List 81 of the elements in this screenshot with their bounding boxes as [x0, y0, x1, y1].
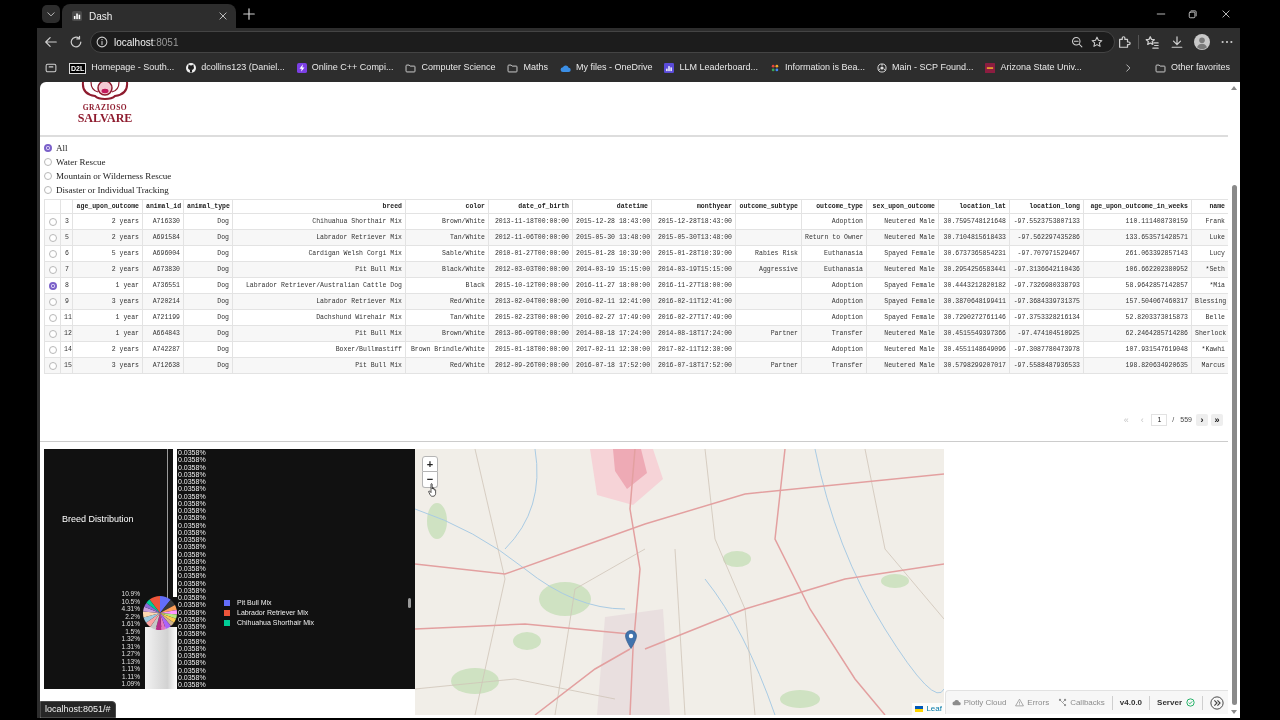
radio-button[interactable]: [48, 281, 57, 290]
last-page-button[interactable]: »: [1211, 414, 1223, 426]
back-arrow-icon[interactable]: [44, 35, 58, 49]
bars-icon: [72, 11, 82, 21]
scroll-up-icon[interactable]: [1231, 86, 1237, 90]
url-text: localhost:8051: [114, 35, 179, 50]
status-url-bubble: localhost:8051/#: [40, 701, 116, 718]
favorites-icon[interactable]: [1145, 35, 1159, 49]
close-icon[interactable]: [218, 11, 228, 21]
double-chevron-icon[interactable]: [1210, 695, 1224, 710]
bookmark[interactable]: dcollins123 (Daniel...: [186, 61, 285, 75]
zoom-out-icon[interactable]: [1071, 36, 1083, 48]
zoom-out-button[interactable]: −: [422, 472, 438, 488]
folder-icon: [1154, 62, 1166, 74]
star-icon[interactable]: [1091, 36, 1103, 48]
radio-button[interactable]: [48, 361, 57, 370]
logo-large-text: SALVARE: [77, 112, 133, 125]
radio-button[interactable]: [44, 158, 52, 166]
radio-button[interactable]: [44, 186, 52, 194]
radio-button[interactable]: [48, 313, 57, 322]
close-icon[interactable]: [1221, 9, 1231, 19]
radio-button[interactable]: [48, 217, 57, 226]
folder-icon: [507, 62, 519, 74]
warning-icon: [1015, 698, 1025, 707]
chevron-down-icon: [46, 9, 56, 19]
tab-list-button[interactable]: [42, 5, 60, 23]
radio-button[interactable]: [48, 233, 57, 242]
radio-button[interactable]: [44, 172, 52, 180]
bookmark-folder[interactable]: Other favorites: [1154, 61, 1230, 75]
bookmark[interactable]: Maths: [507, 61, 548, 75]
browser-tab[interactable]: Dash: [62, 4, 236, 28]
bar-chart-icon: [664, 63, 675, 73]
square-logo-icon: [985, 63, 996, 73]
radio-label[interactable]: All: [56, 142, 68, 154]
map-tiles-drawing[interactable]: [415, 449, 944, 715]
legend-scrollbar-thumb[interactable]: [408, 598, 411, 608]
folder-icon: [405, 62, 417, 74]
server-label: Server: [1157, 696, 1182, 709]
download-icon[interactable]: [1170, 35, 1184, 49]
bookmark[interactable]: My files - OneDrive: [559, 61, 653, 75]
bookmark[interactable]: Online C++ Compi...: [296, 61, 394, 75]
version-label: v4.0.0: [1119, 696, 1143, 709]
hand-cursor-icon: [428, 483, 438, 497]
puzzle-icon[interactable]: [1117, 35, 1131, 49]
restore-icon[interactable]: [1188, 9, 1198, 19]
radio-label[interactable]: Water Rescue: [56, 156, 106, 168]
radio-button[interactable]: [48, 265, 57, 274]
plus-icon[interactable]: [242, 7, 256, 21]
lightning-icon: [296, 63, 307, 73]
radio-label[interactable]: Disaster or Individual Tracking: [56, 184, 169, 196]
bookmark[interactable]: Computer Science: [405, 61, 496, 75]
next-page-button[interactable]: ›: [1196, 414, 1208, 426]
info-icon[interactable]: [96, 36, 108, 48]
address-bar[interactable]: localhost:8051: [90, 31, 1115, 53]
cloud-icon: [559, 62, 571, 74]
logo-emblem-drawing: [79, 82, 131, 101]
cat-icon: [186, 63, 197, 73]
bookmark[interactable]: Arizona State Univ...: [985, 61, 1082, 75]
attribution-link[interactable]: Leaf: [926, 704, 942, 714]
bookmark[interactable]: Main - SCP Found...: [877, 61, 974, 75]
bookmark[interactable]: Information is Bea...: [770, 61, 866, 75]
radio-button[interactable]: [48, 345, 57, 354]
scroll-down-icon[interactable]: [1231, 710, 1237, 714]
radio-button[interactable]: [44, 144, 52, 152]
cloud-icon: [951, 698, 961, 707]
bookmark[interactable]: LLM Leaderboard...: [664, 61, 759, 75]
emblem-icon: [877, 63, 888, 73]
map-marker-icon[interactable]: [625, 630, 637, 649]
chart-title: Breed Distribution: [62, 514, 134, 524]
zoom-in-button[interactable]: +: [422, 456, 438, 472]
flag-icon: [915, 706, 924, 712]
nodes-icon: [1058, 698, 1068, 707]
dots-icon: [770, 63, 781, 73]
scrollbar-thumb[interactable]: [1231, 185, 1237, 705]
radio-button[interactable]: [48, 329, 57, 338]
radio-label[interactable]: Mountain or Wilderness Rescue: [56, 170, 172, 182]
sidebar-icon[interactable]: [45, 62, 57, 74]
avatar-icon[interactable]: [1194, 34, 1210, 50]
radio-button[interactable]: [48, 297, 57, 306]
reload-icon[interactable]: [69, 35, 83, 49]
radio-button[interactable]: [48, 249, 57, 258]
